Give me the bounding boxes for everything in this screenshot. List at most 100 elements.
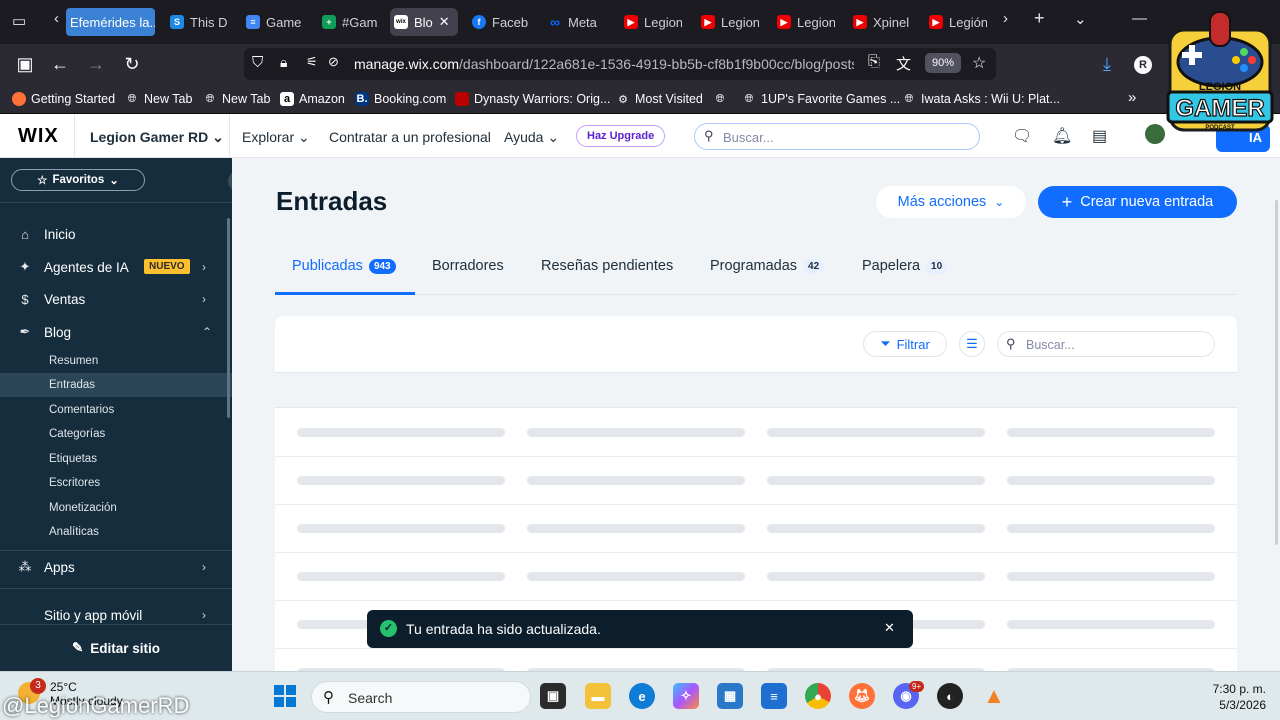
- tab-resenas-pendientes[interactable]: Reseñas pendientes: [541, 258, 673, 274]
- reload-icon[interactable]: ↻: [121, 54, 143, 75]
- browser-tab[interactable]: + #Gam: [318, 8, 380, 36]
- bookmark-item[interactable]: B. Booking.com: [355, 92, 446, 106]
- explore-menu[interactable]: Explorar ⌄: [242, 129, 310, 146]
- bookmark-item[interactable]: 🌐︎ Iwata Asks : Wii U: Plat...: [902, 92, 1060, 106]
- browser-tab[interactable]: ▶ Legion: [697, 8, 759, 36]
- edge-icon[interactable]: e: [629, 683, 655, 709]
- table-search-input[interactable]: ⚲ Buscar...: [997, 331, 1215, 357]
- sidebar-item-inicio[interactable]: ⌂ Inicio: [0, 219, 232, 249]
- star-bookmark-icon[interactable]: ☆: [972, 53, 986, 73]
- profile-avatar[interactable]: R: [1134, 56, 1152, 74]
- header-search-input[interactable]: ⚲ Buscar...: [694, 123, 980, 150]
- chat-icon[interactable]: 🗨︎: [1012, 126, 1032, 146]
- permissions-icon[interactable]: ⚟: [306, 54, 318, 70]
- sidebar-subitem-categorias[interactable]: Categorías: [0, 422, 232, 446]
- browser-tab[interactable]: f Faceb: [468, 8, 530, 36]
- tab-programadas[interactable]: Programadas 42: [710, 258, 825, 274]
- notepad-icon[interactable]: ≡: [761, 683, 787, 709]
- hire-professional-link[interactable]: Contratar a un profesional: [329, 129, 491, 145]
- sidebar-item-ventas[interactable]: $ Ventas ›: [0, 284, 232, 314]
- more-bookmarks-icon[interactable]: »: [1128, 89, 1136, 106]
- bookmark-item[interactable]: 🌐︎ New Tab: [203, 92, 271, 106]
- bell-icon[interactable]: 🔔︎: [1052, 126, 1072, 146]
- sidebar-subitem-monetizacion[interactable]: Monetización: [0, 496, 232, 520]
- forward-icon[interactable]: →: [85, 54, 107, 75]
- sidebar-subitem-entradas[interactable]: Entradas: [0, 373, 232, 397]
- new-tab-icon[interactable]: +: [1034, 8, 1045, 29]
- logo-main-text: GAMER: [1175, 95, 1264, 122]
- browser-tab[interactable]: ▶ Xpinel: [849, 8, 911, 36]
- task-view-icon[interactable]: ▣: [540, 683, 566, 709]
- translate-icon[interactable]: 文: [896, 53, 911, 74]
- bookmark-item[interactable]: a Amazon: [280, 92, 345, 106]
- lock-icon[interactable]: 🔒︎: [280, 54, 287, 71]
- bookmark-item[interactable]: 🌐︎ 1UP's Favorite Games ...: [742, 92, 901, 106]
- tab-scroll-left-icon[interactable]: ‹: [54, 10, 59, 27]
- windows-start-icon[interactable]: [274, 685, 296, 707]
- sidebar-scrollbar[interactable]: [227, 218, 230, 418]
- avatar[interactable]: [1145, 124, 1165, 144]
- more-actions-button[interactable]: Más acciones ⌄: [876, 186, 1026, 218]
- filter-button[interactable]: ⏷ Filtrar: [863, 331, 947, 357]
- sidebar-item-blog[interactable]: ✒ Blog ⌃: [0, 317, 232, 347]
- browser-tab[interactable]: S This D: [166, 8, 228, 36]
- system-clock[interactable]: 7:30 p. m. 5/3/2026: [1200, 681, 1266, 713]
- edit-site-button[interactable]: ✎ Editar sitio: [0, 624, 232, 671]
- amazon-icon: a: [280, 92, 294, 106]
- bookmark-item[interactable]: ⚙ Most Visited: [616, 92, 703, 106]
- download-icon[interactable]: ⤓: [1096, 54, 1118, 75]
- sidebar-subitem-resumen[interactable]: Resumen: [0, 349, 232, 373]
- upgrade-button[interactable]: Haz Upgrade: [576, 125, 666, 147]
- url-text[interactable]: manage.wix.com/dashboard/122a681e-1536-4…: [354, 56, 854, 72]
- help-menu[interactable]: Ayuda ⌄: [504, 129, 559, 146]
- browser-tab[interactable]: ▶ Legion: [773, 8, 835, 36]
- page-scrollbar[interactable]: [1275, 200, 1278, 545]
- browser-tab[interactable]: ≡ Game: [242, 8, 304, 36]
- shield-icon[interactable]: ⛉: [252, 54, 263, 71]
- back-icon[interactable]: ←: [49, 54, 71, 75]
- chrome-icon[interactable]: ●: [805, 683, 831, 709]
- store-icon[interactable]: ▦: [717, 683, 743, 709]
- vlc-icon[interactable]: ▲: [981, 683, 1007, 709]
- browser-tab[interactable]: ∞ Meta: [544, 8, 606, 36]
- newsfeed-icon[interactable]: ▤: [1092, 126, 1107, 146]
- tab-scroll-right-icon[interactable]: ›: [1003, 10, 1008, 27]
- browser-tab[interactable]: Efemérides la...: [66, 8, 155, 36]
- obs-icon[interactable]: ◐: [937, 683, 963, 709]
- zoom-level[interactable]: 90%: [925, 53, 962, 73]
- taskbar-search-input[interactable]: ⚲ Search: [311, 681, 531, 713]
- column-settings-button[interactable]: ☰: [959, 331, 985, 357]
- browser-tab-active[interactable]: wix Blo ✕: [390, 8, 458, 36]
- sidebar-subitem-etiquetas[interactable]: Etiquetas: [0, 447, 232, 471]
- firefox-icon[interactable]: 🦊︎: [849, 683, 875, 709]
- tab-borradores[interactable]: Borradores: [432, 258, 504, 274]
- sidebar-subitem-analiticas[interactable]: Analíticas: [0, 520, 232, 544]
- favorites-button[interactable]: ☆ Favoritos ⌄: [11, 169, 145, 191]
- minimize-icon[interactable]: —: [1132, 10, 1147, 27]
- file-explorer-icon[interactable]: ▬: [585, 683, 611, 709]
- close-icon[interactable]: ✕: [884, 620, 895, 636]
- tab-list-icon[interactable]: ▭: [12, 12, 26, 30]
- close-tab-icon[interactable]: ✕: [439, 14, 450, 30]
- sidebar-item-agentes-ia[interactable]: ✦ Agentes de IA ›: [0, 252, 232, 282]
- sidebar-subitem-escritores[interactable]: Escritores: [0, 471, 232, 495]
- sidebar-item-apps[interactable]: ⁂ Apps ›: [0, 552, 232, 582]
- sidebar-toggle-icon[interactable]: ▣: [14, 54, 36, 75]
- tab-publicadas[interactable]: Publicadas 943: [292, 258, 396, 274]
- tracking-off-icon[interactable]: ⊘: [328, 54, 339, 70]
- bookmark-item[interactable]: Dynasty Warriors: Orig...: [455, 92, 610, 106]
- site-selector[interactable]: Legion Gamer RD ⌄: [90, 129, 224, 146]
- url-bar[interactable]: ⛉ 🔒︎ ⚟ ⊘ manage.wix.com/dashboard/122a68…: [244, 48, 996, 80]
- create-post-button[interactable]: + Crear nueva entrada: [1038, 186, 1237, 218]
- browser-tab[interactable]: ▶ Legión: [925, 8, 987, 36]
- copilot-icon[interactable]: ✧: [673, 683, 699, 709]
- bookmark-item[interactable]: 🌐︎: [713, 92, 732, 106]
- bookmark-item[interactable]: Getting Started: [12, 92, 115, 106]
- tab-papelera[interactable]: Papelera 10: [862, 258, 948, 274]
- browser-tab[interactable]: ▶ Legion: [620, 8, 682, 36]
- reader-view-icon[interactable]: ⎘: [868, 53, 880, 70]
- bookmark-item[interactable]: 🌐︎ New Tab: [125, 92, 193, 106]
- wix-logo[interactable]: WIX: [18, 125, 59, 148]
- chevron-down-icon[interactable]: ⌄: [1074, 10, 1087, 28]
- sidebar-subitem-comentarios[interactable]: Comentarios: [0, 398, 232, 422]
